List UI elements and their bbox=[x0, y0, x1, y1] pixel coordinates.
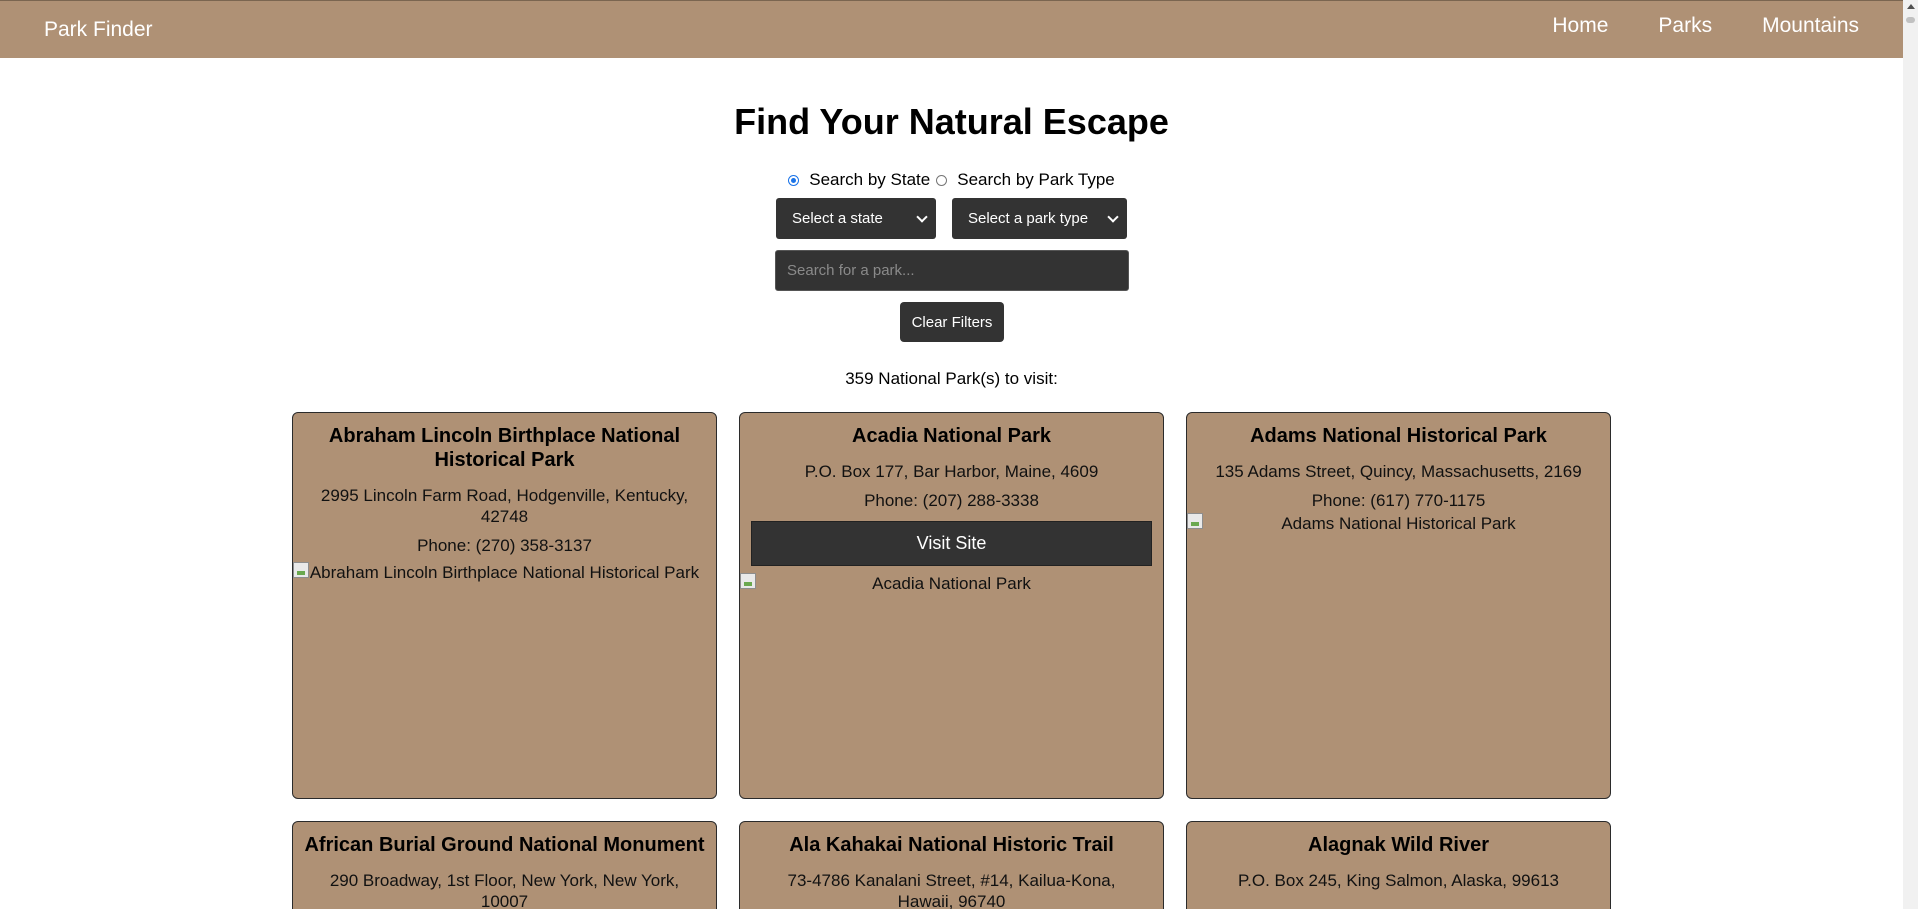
park-card: African Burial Ground National Monument … bbox=[292, 821, 717, 909]
park-name: Alagnak Wild River bbox=[1308, 834, 1489, 856]
park-name: Abraham Lincoln Birthplace National Hist… bbox=[328, 425, 681, 471]
nav-links: Home Parks Mountains bbox=[1502, 14, 1859, 38]
radio-search-by-state[interactable]: Search by State bbox=[788, 170, 930, 190]
chevron-down-icon bbox=[916, 211, 928, 223]
park-address: 2995 Lincoln Farm Road, Hodgenville, Ken… bbox=[320, 486, 689, 526]
park-image: Acadia National Park bbox=[740, 573, 1163, 594]
scrollbar-thumb[interactable] bbox=[1906, 17, 1915, 23]
park-phone: Phone: (617) 770-1175 bbox=[1311, 491, 1486, 510]
park-phone: Phone: (270) 358-3137 bbox=[417, 536, 592, 555]
state-select-value: Select a state bbox=[792, 210, 883, 227]
clear-filters-button[interactable]: Clear Filters bbox=[900, 302, 1004, 342]
park-image: Adams National Historical Park bbox=[1187, 513, 1610, 534]
top-navbar: Park Finder Home Parks Mountains bbox=[0, 0, 1903, 58]
park-search-input[interactable] bbox=[775, 250, 1129, 291]
search-mode-radio-group: Search by State Search by Park Type bbox=[0, 170, 1903, 190]
park-phone: Phone: (207) 288-3338 bbox=[864, 491, 1039, 510]
nav-link-home[interactable]: Home bbox=[1552, 14, 1608, 38]
radio-button-unchecked-icon[interactable] bbox=[936, 174, 948, 186]
broken-image-icon bbox=[293, 562, 309, 578]
visit-site-button[interactable]: Visit Site bbox=[751, 521, 1152, 566]
radio-search-by-type[interactable]: Search by Park Type bbox=[936, 170, 1115, 190]
page: Park Finder Home Parks Mountains Find Yo… bbox=[0, 0, 1903, 909]
radio-label-type: Search by Park Type bbox=[957, 170, 1115, 189]
results-count: 359 National Park(s) to visit: bbox=[845, 369, 1058, 388]
park-image-alt: Abraham Lincoln Birthplace National Hist… bbox=[309, 563, 700, 582]
park-address: 135 Adams Street, Quincy, Massachusetts,… bbox=[1215, 462, 1582, 481]
park-image: Abraham Lincoln Birthplace National Hist… bbox=[293, 562, 716, 583]
park-address: 73-4786 Kanalani Street, #14, Kailua-Kon… bbox=[787, 871, 1116, 909]
park-card: Abraham Lincoln Birthplace National Hist… bbox=[292, 412, 717, 799]
state-select[interactable]: Select a state bbox=[776, 198, 936, 239]
park-card: Alagnak Wild River P.O. Box 245, King Sa… bbox=[1186, 821, 1611, 909]
park-address: P.O. Box 177, Bar Harbor, Maine, 4609 bbox=[804, 462, 1099, 481]
radio-button-checked-icon[interactable] bbox=[788, 174, 800, 186]
park-image-alt: Acadia National Park bbox=[872, 574, 1031, 593]
park-name: African Burial Ground National Monument bbox=[304, 834, 705, 856]
park-name: Adams National Historical Park bbox=[1250, 425, 1547, 447]
park-address: P.O. Box 245, King Salmon, Alaska, 99613 bbox=[1237, 871, 1559, 890]
park-type-select[interactable]: Select a park type bbox=[952, 198, 1127, 239]
radio-label-state: Search by State bbox=[809, 170, 931, 189]
park-card: Acadia National Park P.O. Box 177, Bar H… bbox=[739, 412, 1164, 799]
page-scrollbar[interactable] bbox=[1903, 0, 1918, 909]
park-name: Ala Kahakai National Historic Trail bbox=[789, 834, 1114, 856]
page-title: Find Your Natural Escape bbox=[734, 101, 1169, 142]
broken-image-icon bbox=[740, 573, 756, 589]
chevron-down-icon bbox=[1107, 211, 1119, 223]
park-image-alt: Adams National Historical Park bbox=[1281, 514, 1516, 533]
brand-link[interactable]: Park Finder bbox=[44, 18, 153, 42]
nav-link-parks[interactable]: Parks bbox=[1658, 14, 1712, 38]
broken-image-icon bbox=[1187, 513, 1203, 529]
park-address: 290 Broadway, 1st Floor, New York, New Y… bbox=[329, 871, 680, 909]
park-type-select-value: Select a park type bbox=[968, 210, 1089, 227]
nav-link-mountains[interactable]: Mountains bbox=[1762, 14, 1859, 38]
park-name: Acadia National Park bbox=[852, 425, 1051, 447]
park-card: Ala Kahakai National Historic Trail 73-4… bbox=[739, 821, 1164, 909]
park-card: Adams National Historical Park 135 Adams… bbox=[1186, 412, 1611, 799]
scroll-up-arrow-icon[interactable] bbox=[1907, 4, 1915, 9]
